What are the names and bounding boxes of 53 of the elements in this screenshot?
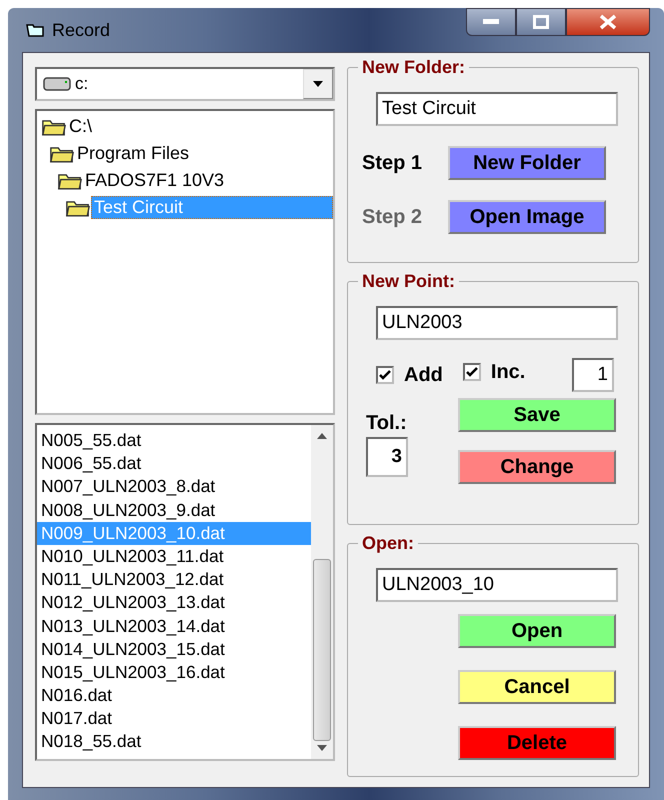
checkbox-label: Add bbox=[404, 364, 443, 386]
folder-item[interactable]: Program Files bbox=[75, 143, 192, 164]
close-button[interactable] bbox=[566, 8, 650, 36]
increment-field[interactable]: 1 bbox=[572, 358, 614, 392]
file-item[interactable]: N007_ULN2003_8.dat bbox=[37, 475, 311, 499]
file-item[interactable]: N011_ULN2003_12.dat bbox=[37, 568, 311, 592]
file-item[interactable]: N010_ULN2003_11.dat bbox=[37, 544, 311, 568]
drive-dropdown[interactable]: c: bbox=[35, 67, 335, 101]
folder-icon bbox=[49, 144, 75, 163]
step-label: Step 1 bbox=[362, 152, 424, 174]
action-button[interactable]: Delete bbox=[458, 726, 616, 760]
maximize-icon bbox=[533, 15, 549, 29]
file-item[interactable]: N014_ULN2003_15.dat bbox=[37, 638, 311, 661]
file-item[interactable]: N012_ULN2003_13.dat bbox=[37, 591, 311, 614]
maximize-button[interactable] bbox=[516, 8, 566, 36]
folder-item[interactable]: FADOS7F1 10V3 bbox=[83, 170, 226, 191]
file-item[interactable]: N015_ULN2003_16.dat bbox=[37, 660, 311, 684]
point-name-field[interactable]: ULN2003 bbox=[376, 306, 618, 340]
drive-icon bbox=[43, 77, 71, 91]
add-checkbox[interactable] bbox=[376, 366, 394, 384]
folder-icon bbox=[65, 198, 91, 217]
step-button[interactable]: New Folder bbox=[448, 146, 606, 180]
open-name-field[interactable]: ULN2003_10 bbox=[376, 568, 618, 602]
window-icon bbox=[26, 22, 44, 38]
scrollbar[interactable] bbox=[311, 425, 333, 759]
file-item[interactable]: N013_ULN2003_14.dat bbox=[37, 614, 311, 638]
tolerance-field[interactable]: 3 bbox=[366, 437, 408, 477]
file-item[interactable]: N008_ULN2003_9.dat bbox=[37, 498, 311, 522]
tolerance-label: Tol.: bbox=[366, 412, 408, 435]
action-button[interactable]: Change bbox=[458, 450, 616, 484]
file-item[interactable]: N018_55.dat bbox=[37, 730, 311, 754]
action-button[interactable]: Cancel bbox=[458, 670, 616, 704]
step-label: Step 2 bbox=[362, 206, 424, 228]
minimize-icon bbox=[483, 19, 499, 25]
scroll-thumb[interactable] bbox=[313, 559, 331, 741]
window-title: Record bbox=[52, 20, 110, 41]
file-item[interactable]: N016.dat bbox=[37, 684, 311, 708]
folder-icon bbox=[57, 171, 83, 190]
action-button[interactable]: Save bbox=[458, 398, 616, 432]
file-item[interactable]: N017.dat bbox=[37, 707, 311, 730]
folder-name-field[interactable]: Test Circuit bbox=[376, 92, 618, 126]
file-item[interactable]: N005_55.dat bbox=[37, 429, 311, 452]
inc-checkbox[interactable] bbox=[462, 363, 481, 381]
action-button[interactable]: Open bbox=[458, 614, 616, 648]
minimize-button[interactable] bbox=[466, 8, 516, 36]
file-item[interactable]: N006_55.dat bbox=[37, 452, 311, 476]
close-icon bbox=[599, 14, 617, 30]
folder-item[interactable]: C:\ bbox=[67, 116, 94, 137]
scroll-down-icon[interactable] bbox=[317, 745, 327, 751]
checkbox-label: Inc. bbox=[490, 360, 526, 384]
folder-icon bbox=[41, 117, 67, 136]
scroll-up-icon[interactable] bbox=[317, 433, 327, 439]
group-title: Open: bbox=[358, 533, 418, 554]
